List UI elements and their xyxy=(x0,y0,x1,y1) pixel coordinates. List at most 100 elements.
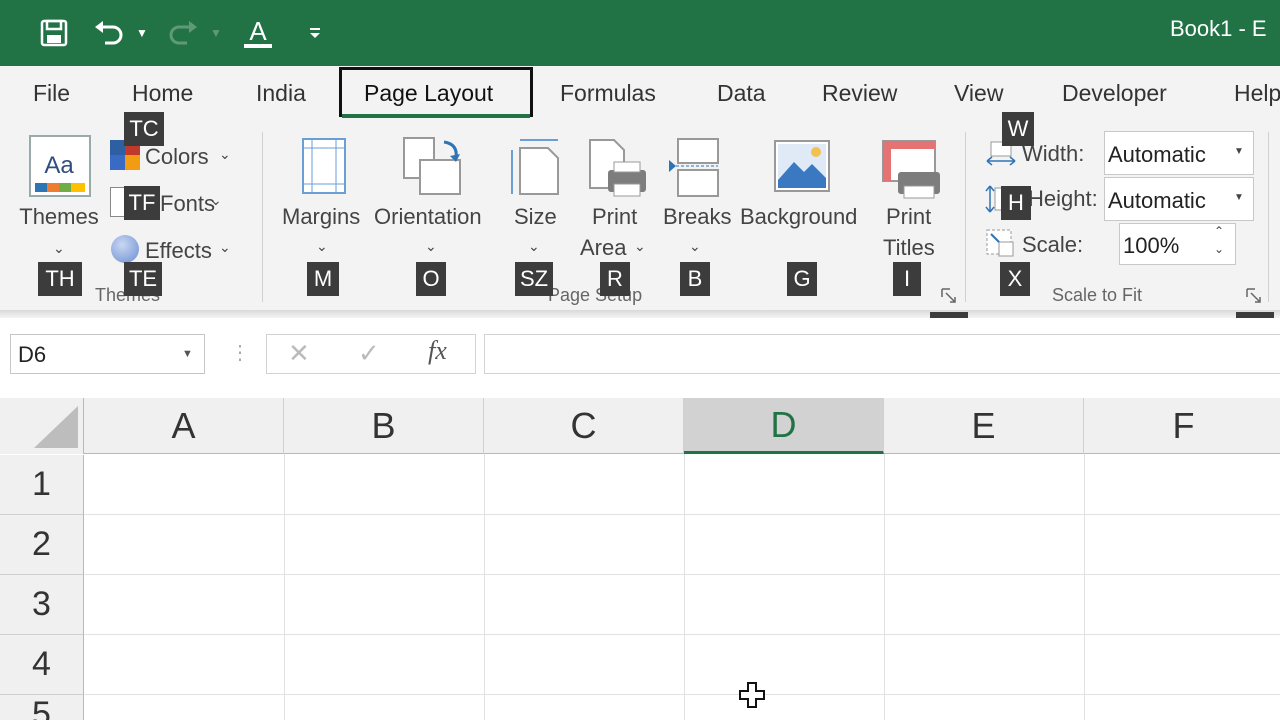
cell-cursor-icon xyxy=(738,681,768,711)
redo-icon[interactable] xyxy=(166,14,200,52)
background-icon[interactable] xyxy=(774,140,830,192)
scale-to-fit-group-label: Scale to Fit xyxy=(1052,285,1143,305)
tab-data[interactable]: Data xyxy=(717,80,766,107)
colors-chevron-icon[interactable]: ⌄ xyxy=(219,146,231,163)
keytip-th: TH xyxy=(38,262,82,296)
tab-help[interactable]: Help xyxy=(1234,80,1280,107)
keytip-tf: TF xyxy=(124,186,160,220)
margins-icon[interactable] xyxy=(302,138,346,194)
svg-text:A: A xyxy=(249,16,267,46)
fonts-chevron-icon[interactable]: ⌄ xyxy=(210,192,222,209)
keytip-x: X xyxy=(1000,262,1030,296)
keytip-m: M xyxy=(307,262,339,296)
insert-function-icon[interactable]: fx xyxy=(428,336,447,366)
tab-view[interactable]: View xyxy=(954,80,1003,107)
orientation-chevron-icon[interactable]: ⌄ xyxy=(425,238,437,255)
tab-file[interactable]: File xyxy=(33,80,70,107)
row-header-5[interactable]: 5 xyxy=(0,695,84,720)
width-dropdown-value: Automatic xyxy=(1108,142,1206,167)
size-icon[interactable] xyxy=(510,138,560,196)
column-header-f[interactable]: F xyxy=(1084,398,1280,454)
column-header-d[interactable]: D xyxy=(684,398,884,454)
keytip-o: O xyxy=(416,262,446,296)
page-setup-dialog-launcher-icon[interactable] xyxy=(941,288,957,304)
scale-up-icon[interactable]: ⌃ xyxy=(1214,224,1224,238)
tab-page-layout[interactable]: Page Layout xyxy=(364,80,493,107)
print-area-label-line1[interactable]: Print xyxy=(592,204,637,230)
keytip-g: G xyxy=(787,262,817,296)
svg-text:Aa: Aa xyxy=(44,152,74,179)
formula-bar-grip-icon[interactable]: ⋮ xyxy=(230,340,250,365)
breaks-icon[interactable] xyxy=(668,138,720,198)
cancel-icon[interactable]: ✕ xyxy=(288,338,310,369)
customize-qat-icon[interactable] xyxy=(306,14,324,52)
effects-button-label[interactable]: Effects xyxy=(145,238,212,264)
effects-chevron-icon[interactable]: ⌄ xyxy=(219,239,231,256)
row-header-4[interactable]: 4 xyxy=(0,635,84,695)
height-label: Height: xyxy=(1028,186,1098,211)
select-all-button[interactable] xyxy=(0,398,84,454)
print-area-icon[interactable] xyxy=(588,138,648,198)
undo-dropdown-icon[interactable]: ▼ xyxy=(134,14,150,52)
margins-chevron-icon[interactable]: ⌄ xyxy=(316,238,328,255)
group-divider xyxy=(262,132,263,302)
window-title: Book1 - E xyxy=(1170,16,1267,41)
row-header-1[interactable]: 1 xyxy=(0,455,84,515)
breaks-chevron-icon[interactable]: ⌄ xyxy=(689,238,701,255)
row-header-3[interactable]: 3 xyxy=(0,575,84,635)
themes-chevron-icon[interactable]: ⌄ xyxy=(53,240,65,257)
column-header-a[interactable]: A xyxy=(84,398,284,454)
tab-home[interactable]: Home xyxy=(132,80,193,107)
margins-button-label[interactable]: Margins xyxy=(282,204,360,230)
effects-icon[interactable] xyxy=(111,235,139,263)
tab-formulas[interactable]: Formulas xyxy=(560,80,656,107)
keytip-r: R xyxy=(600,262,630,296)
tab-india[interactable]: India xyxy=(256,80,306,107)
print-area-label-line2[interactable]: Area xyxy=(580,235,626,261)
keytip-h: H xyxy=(1001,186,1031,220)
background-button-label[interactable]: Background xyxy=(740,204,857,230)
redo-dropdown-icon[interactable]: ▼ xyxy=(208,14,224,52)
width-dropdown-arrow-icon[interactable]: ▼ xyxy=(1234,146,1244,157)
enter-icon[interactable]: ✓ xyxy=(358,338,380,369)
size-chevron-icon[interactable]: ⌄ xyxy=(528,238,540,255)
name-box-value: D6 xyxy=(18,342,47,367)
name-box-dropdown-icon[interactable]: ▼ xyxy=(182,348,193,360)
keytip-b: B xyxy=(680,262,710,296)
column-header-b[interactable]: B xyxy=(284,398,484,454)
keytip-w: W xyxy=(1002,112,1034,146)
tab-developer[interactable]: Developer xyxy=(1062,80,1167,107)
print-titles-icon[interactable] xyxy=(882,140,942,200)
row-header-2[interactable]: 2 xyxy=(0,515,84,575)
colors-button-label[interactable]: Colors xyxy=(145,144,209,170)
keytip-te: TE xyxy=(124,262,162,296)
breaks-button-label[interactable]: Breaks xyxy=(663,204,731,230)
keytip-tc: TC xyxy=(124,112,164,146)
orientation-icon[interactable] xyxy=(402,136,464,198)
formula-input[interactable] xyxy=(484,334,1280,374)
active-tab-indicator xyxy=(342,114,530,118)
print-titles-label-line1[interactable]: Print xyxy=(886,204,931,230)
group-divider xyxy=(965,132,966,302)
height-dropdown-value: Automatic xyxy=(1108,188,1206,213)
themes-button-label[interactable]: Themes xyxy=(18,204,100,230)
scale-spinner-value: 100% xyxy=(1123,233,1180,258)
size-button-label[interactable]: Size xyxy=(514,204,557,230)
save-icon[interactable] xyxy=(38,14,70,52)
cell-grid[interactable] xyxy=(84,455,1280,720)
column-header-e[interactable]: E xyxy=(884,398,1084,454)
fonts-button-label[interactable]: Fonts xyxy=(160,191,215,217)
font-color-icon[interactable]: A xyxy=(240,14,276,52)
keytip-sz: SZ xyxy=(515,262,553,296)
print-titles-label-line2[interactable]: Titles xyxy=(883,235,935,261)
orientation-button-label[interactable]: Orientation xyxy=(374,204,482,230)
themes-icon[interactable]: Aa xyxy=(29,135,91,197)
tab-review[interactable]: Review xyxy=(822,80,897,107)
scale-down-icon[interactable]: ⌄ xyxy=(1214,242,1224,256)
undo-icon[interactable] xyxy=(92,14,126,52)
height-dropdown-arrow-icon[interactable]: ▼ xyxy=(1234,192,1244,203)
print-area-chevron-icon[interactable]: ⌄ xyxy=(634,238,646,255)
scale-to-fit-dialog-launcher-icon[interactable] xyxy=(1246,288,1262,304)
scale-label: Scale: xyxy=(1022,232,1084,257)
column-header-c[interactable]: C xyxy=(484,398,684,454)
